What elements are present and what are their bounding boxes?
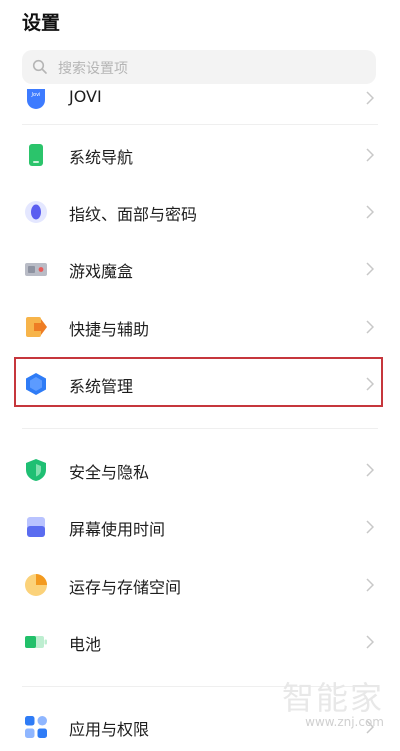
settings-item-screen-time[interactable]: 屏幕使用时间 [0,503,400,551]
watermark-url: www.znj.com [305,715,384,729]
phone-navigation-icon [29,144,43,166]
settings-list: Jovi JOVI 系统导航 指纹、面部与密码 游戏魔盒 快捷与辅助 系统管理 … [0,0,400,746]
jovi-icon: Jovi [27,89,45,109]
chevron-right-icon [366,262,374,276]
fingerprint-icon [25,201,47,223]
chevron-right-icon [366,463,374,477]
battery-icon [25,636,47,648]
shortcut-arrow-icon [26,317,47,337]
chevron-right-icon [366,148,374,162]
apps-grid-icon [25,716,47,738]
svg-text:Jovi: Jovi [31,92,41,98]
settings-item-fingerprint-face-password[interactable]: 指纹、面部与密码 [0,188,400,236]
settings-item-label: 运存与存储空间 [69,578,182,597]
divider [22,124,378,125]
chevron-right-icon [366,578,374,592]
highlight-box [14,357,383,407]
storage-pie-icon [25,574,47,596]
chevron-right-icon [366,320,374,334]
settings-item-system-navigation[interactable]: 系统导航 [0,131,400,179]
divider [22,428,378,429]
settings-item-label: 屏幕使用时间 [69,520,166,539]
chevron-right-icon [366,91,374,105]
settings-item-label: 游戏魔盒 [69,262,134,281]
settings-item-game-box[interactable]: 游戏魔盒 [0,245,400,293]
settings-item-label: 系统导航 [69,148,134,167]
settings-item-battery[interactable]: 电池 [0,618,400,666]
settings-item-label: 应用与权限 [69,720,150,739]
settings-item-label: 电池 [69,635,102,654]
settings-item-memory-storage[interactable]: 运存与存储空间 [0,561,400,609]
settings-item-shortcuts-accessibility[interactable]: 快捷与辅助 [0,303,400,351]
settings-item-label: 安全与隐私 [69,463,150,482]
settings-item-security-privacy[interactable]: 安全与隐私 [0,446,400,494]
chevron-right-icon [366,635,374,649]
settings-item-label: 快捷与辅助 [69,320,150,339]
settings-item-label: JOVI [69,87,102,106]
chevron-right-icon [366,520,374,534]
watermark: 智能家 www.znj.com [282,682,384,728]
settings-item-label: 指纹、面部与密码 [69,205,198,224]
game-box-icon [25,263,47,276]
settings-item-jovi[interactable]: Jovi JOVI [0,74,400,122]
chevron-right-icon [366,205,374,219]
shield-icon [26,459,46,481]
screen-time-icon [27,517,45,537]
watermark-brand: 智能家 [281,679,384,717]
